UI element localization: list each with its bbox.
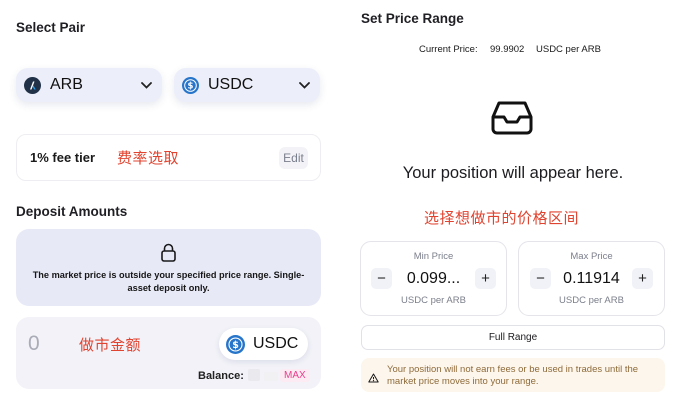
usdc-coin-icon: $ xyxy=(182,76,199,94)
current-price-label: Current Price: xyxy=(419,44,478,55)
min-price-increment-button[interactable]: + xyxy=(475,268,496,289)
min-price-unit: USDC per ARB xyxy=(401,295,466,306)
deposit-amount-input[interactable]: 0 xyxy=(28,332,40,356)
set-price-range-heading: Set Price Range xyxy=(361,11,464,26)
inbox-icon xyxy=(490,100,534,141)
alert-message: Your position will not earn fees or be u… xyxy=(387,364,639,387)
token-a-select[interactable]: ARB xyxy=(16,68,162,102)
min-price-input[interactable]: 0.099... xyxy=(393,270,474,288)
min-price-label: Min Price xyxy=(413,251,454,262)
usdc-coin-icon: $ xyxy=(226,334,245,354)
balance-label: Balance: xyxy=(198,370,244,382)
token-b-symbol: USDC xyxy=(208,76,254,93)
out-of-range-notice: The market price is outside your specifi… xyxy=(16,229,321,306)
fee-tier-label: 1% fee tier xyxy=(30,150,96,165)
max-price-input[interactable]: 0.11914 xyxy=(551,270,632,288)
deposit-amount-panel: 0 做市金额 $ USDC Balance: MAX xyxy=(16,317,321,389)
current-price-value: 99.9902 xyxy=(490,44,525,55)
svg-text:$: $ xyxy=(188,81,194,91)
full-range-button[interactable]: Full Range xyxy=(361,325,665,350)
min-price-card: Min Price − 0.099... + USDC per ARB xyxy=(360,241,507,316)
lock-icon xyxy=(161,243,176,267)
svg-text:$: $ xyxy=(232,339,239,350)
current-price-unit: USDC per ARB xyxy=(536,44,601,55)
out-of-range-message: The market price is outside your specifi… xyxy=(32,270,305,293)
empty-position-message: Your position will appear here. xyxy=(402,164,624,182)
deposit-token-pill[interactable]: $ USDC xyxy=(219,328,308,360)
price-range-annotation: 选择想做市的价格区间 xyxy=(424,210,580,227)
max-price-card: Max Price − 0.11914 + USDC per ARB xyxy=(518,241,665,316)
balance-blurred xyxy=(248,369,260,381)
max-price-label: Max Price xyxy=(570,251,613,262)
fee-tier-box: 1% fee tier 费率选取 Edit xyxy=(16,134,321,181)
max-price-increment-button[interactable]: + xyxy=(632,268,653,289)
select-pair-heading: Select Pair xyxy=(16,20,86,35)
chevron-down-icon xyxy=(141,76,152,94)
arbitrum-coin-icon xyxy=(24,76,41,94)
max-price-unit: USDC per ARB xyxy=(559,295,624,306)
max-button[interactable]: MAX xyxy=(280,369,310,382)
chevron-down-icon xyxy=(299,76,310,94)
out-of-range-alert: Your position will not earn fees or be u… xyxy=(361,358,665,392)
max-price-decrement-button[interactable]: − xyxy=(530,268,551,289)
deposit-annotation: 做市金额 xyxy=(79,337,142,354)
warning-triangle-icon xyxy=(368,370,379,388)
deposit-token-symbol: USDC xyxy=(253,335,299,352)
token-a-symbol: ARB xyxy=(50,76,83,93)
deposit-amounts-heading: Deposit Amounts xyxy=(16,204,128,219)
min-price-decrement-button[interactable]: − xyxy=(371,268,392,289)
edit-fee-button[interactable]: Edit xyxy=(279,147,308,169)
token-b-select[interactable]: $ USDC xyxy=(174,68,320,102)
fee-annotation: 费率选取 xyxy=(117,150,180,167)
balance-blurred xyxy=(264,372,278,381)
